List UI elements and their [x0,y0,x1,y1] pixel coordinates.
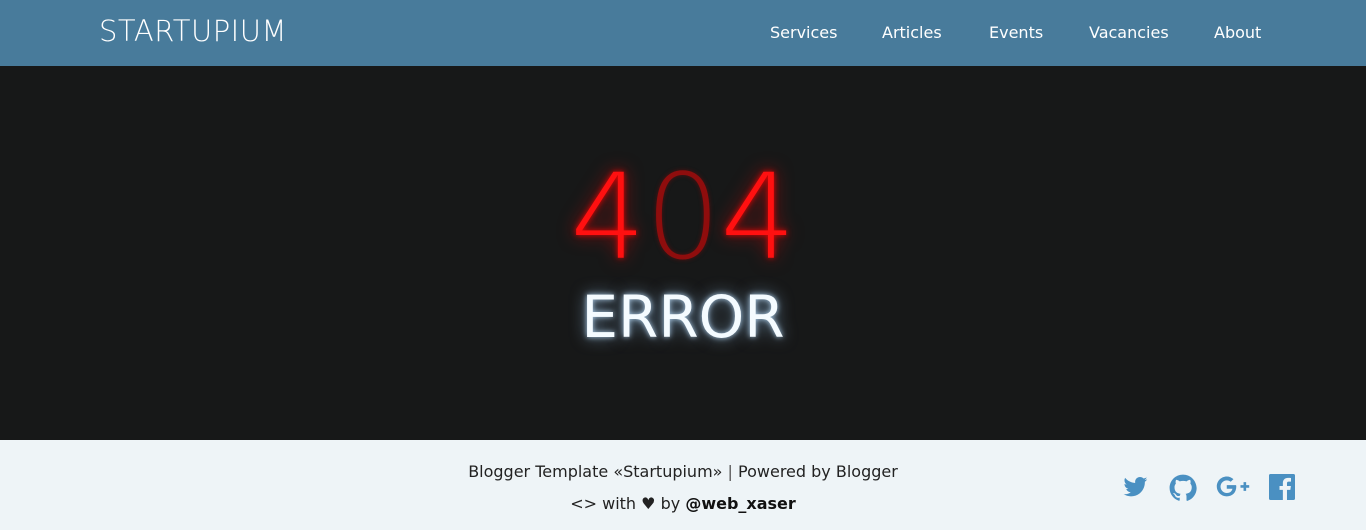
footer-separator: | [727,462,733,481]
error-digit-3: 4 [720,148,796,286]
by-text: by [660,494,681,513]
google-plus-link[interactable] [1216,474,1250,500]
code-icon: <> [570,494,598,513]
site-header: STARTUPIUM Services Articles Events Vaca… [0,0,1366,66]
nav-item-services[interactable]: Services [770,23,837,42]
github-icon [1169,474,1197,501]
twitter-link[interactable] [1120,474,1150,500]
heart-icon: ♥ [641,494,656,513]
nav-item-articles[interactable]: Articles [882,23,942,42]
facebook-icon [1269,474,1295,500]
error-label: ERROR [581,283,785,351]
nav-item-events[interactable]: Events [989,23,1043,42]
google-plus-icon [1216,476,1250,497]
site-logo[interactable]: STARTUPIUM [99,14,287,48]
error-code: 404 [0,158,1366,276]
error-digit-2: 0 [645,148,721,286]
site-footer: Blogger Template «Startupium» | Powered … [0,440,1366,530]
powered-by: Powered by Blogger [738,462,898,481]
error-digit-1: 4 [570,148,646,286]
nav-item-vacancies[interactable]: Vacancies [1089,23,1169,42]
twitter-icon [1123,477,1148,497]
footer-author-line: <> with ♥ by @web_xaser [0,494,1366,513]
author-link[interactable]: @web_xaser [685,494,795,513]
with-text: with [602,494,637,513]
error-hero: 404 ERROR [0,66,1366,440]
template-credit: Blogger Template «Startupium» [468,462,723,481]
footer-credits: Blogger Template «Startupium» | Powered … [0,462,1366,481]
facebook-link[interactable] [1269,474,1295,500]
nav-item-about[interactable]: About [1214,23,1261,42]
github-link[interactable] [1169,474,1197,502]
